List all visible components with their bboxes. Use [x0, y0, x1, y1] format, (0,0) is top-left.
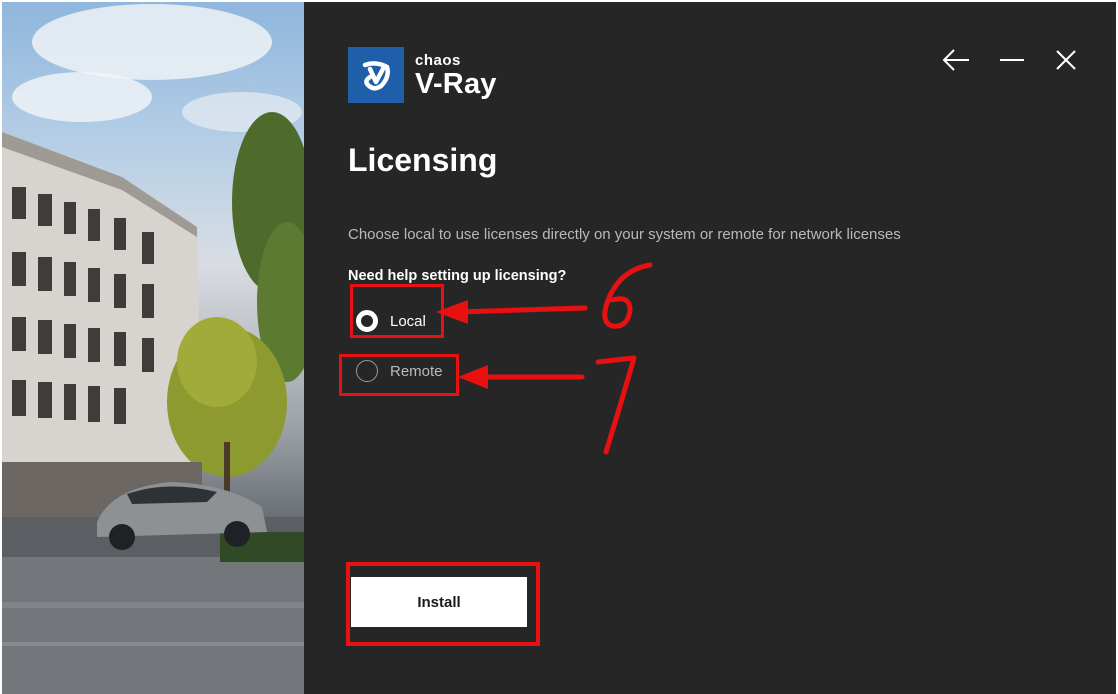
licensing-description: Choose local to use licenses directly on… [348, 226, 901, 243]
annotation-box-install [346, 562, 540, 646]
back-button[interactable] [940, 44, 972, 76]
hero-image [2, 2, 304, 694]
close-button[interactable] [1050, 44, 1082, 76]
minimize-icon [1000, 59, 1024, 61]
vray-logo [348, 47, 404, 103]
minimize-button[interactable] [996, 44, 1028, 76]
installer-window: chaos V-Ray Licensing Choose local to us… [2, 2, 1116, 694]
hero-illustration [2, 4, 304, 694]
page-title: Licensing [348, 142, 498, 178]
close-icon [1056, 50, 1076, 70]
arrow-left-icon [942, 49, 969, 71]
annotation-box-local [350, 284, 444, 338]
brand-vray-text: V-Ray [415, 68, 497, 100]
vray-logo-icon [362, 61, 390, 91]
annotation-box-remote [339, 354, 459, 396]
brand-chaos-text: chaos [415, 52, 461, 69]
help-link[interactable]: Need help setting up licensing? [348, 268, 566, 284]
